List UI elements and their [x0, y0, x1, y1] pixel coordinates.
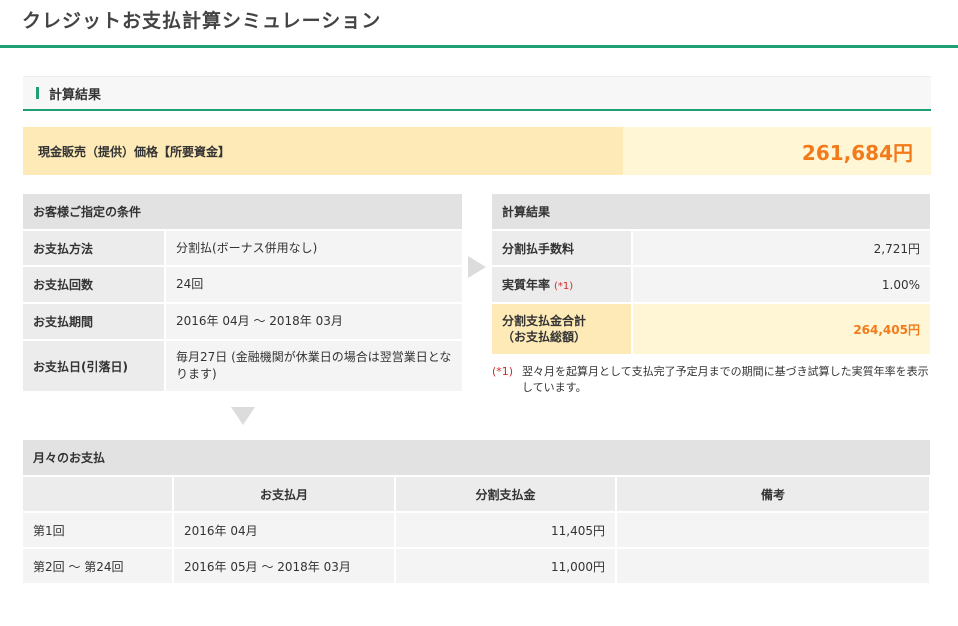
conditions-caption: お客様ご指定の条件 [23, 194, 462, 231]
results-caption: 計算結果 [492, 194, 930, 231]
cash-price-label: 現金販売（提供）価格【所要資金】 [23, 127, 623, 175]
results-table: 計算結果 分割払手数料 2,721円 実質年率 (*1) 1.00% 分割支払金合… [492, 194, 930, 356]
cash-price-value: 261,684円 [623, 127, 931, 175]
cash-price-row: 現金販売（提供）価格【所要資金】 261,684円 [23, 127, 931, 175]
monthly-caption: 月々のお支払 [23, 440, 930, 477]
rate-value: 1.00% [632, 266, 930, 304]
remarks [616, 548, 931, 585]
arrow-right-icon [468, 256, 486, 278]
payment-month: 2016年 05月 〜 2018年 03月 [173, 548, 396, 585]
column-header: 分割支払金 [395, 476, 617, 513]
installment-amount: 11,405円 [395, 512, 617, 549]
table-row: 第2回 〜 第24回 2016年 05月 〜 2018年 03月 11,000円 [23, 548, 931, 585]
column-header [23, 476, 174, 513]
page-title: クレジットお支払計算シミュレーション [22, 10, 382, 32]
table-row: 第1回 2016年 04月 11,405円 [23, 512, 931, 549]
condition-value: 24回 [165, 266, 462, 304]
condition-label: お支払期間 [23, 303, 166, 341]
condition-label: お支払方法 [23, 230, 166, 267]
condition-value: 毎月27日 (金融機関が休業日の場合は翌営業日となります) [165, 340, 462, 393]
installment-number: 第2回 〜 第24回 [23, 548, 174, 585]
section-header: 計算結果 [23, 76, 931, 111]
fee-label: 分割払手数料 [492, 230, 633, 267]
title-divider [0, 45, 958, 48]
rate-label: 実質年率 [502, 278, 551, 292]
payment-month: 2016年 04月 [173, 512, 396, 549]
fee-value: 2,721円 [632, 230, 930, 267]
footnote-text: 翌々月を起算月として支払完了予定月までの期間に基づき試算した実質年率を表示してい… [522, 365, 929, 394]
total-value: 264,405円 [632, 303, 930, 356]
condition-value: 分割払(ボーナス併用なし) [165, 230, 462, 267]
monthly-payment-table: 月々のお支払 お支払月 分割支払金 備考 第1回 2016年 04月 11,40… [23, 440, 931, 585]
total-label-line2: （お支払総額） [502, 330, 587, 344]
section-marker [36, 87, 39, 99]
footnote-ref: (*1) [492, 365, 514, 378]
condition-label: お支払日(引落日) [23, 340, 166, 393]
arrow-down-icon [231, 407, 255, 425]
column-header: 備考 [616, 476, 931, 513]
conditions-table: お客様ご指定の条件 お支払方法 分割払(ボーナス併用なし) お支払回数 24回 … [23, 194, 462, 393]
rate-footnote-ref: (*1) [554, 281, 574, 292]
installment-number: 第1回 [23, 512, 174, 549]
rate-label-cell: 実質年率 (*1) [492, 266, 633, 304]
column-header: お支払月 [173, 476, 396, 513]
condition-value: 2016年 04月 〜 2018年 03月 [165, 303, 462, 341]
remarks [616, 512, 931, 549]
total-label-line1: 分割支払金合計 [502, 314, 587, 328]
installment-amount: 11,000円 [395, 548, 617, 585]
section-title: 計算結果 [49, 87, 102, 103]
total-label-cell: 分割支払金合計 （お支払総額） [492, 303, 633, 356]
condition-label: お支払回数 [23, 266, 166, 304]
footnote: (*1) 翌々月を起算月として支払完了予定月までの期間に基づき試算した実質年率を… [492, 364, 932, 396]
